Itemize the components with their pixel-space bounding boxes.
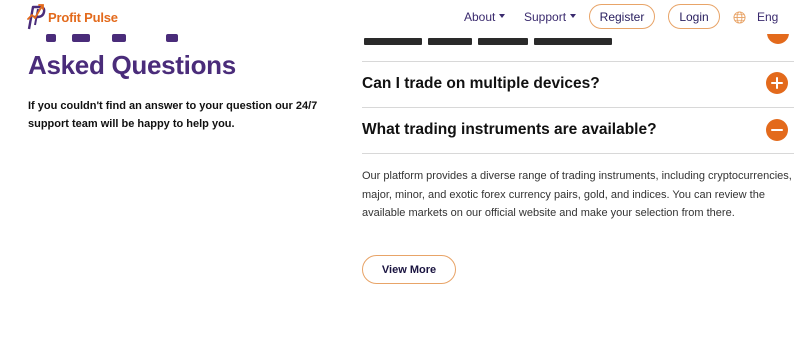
- caret-down-icon: [499, 14, 506, 18]
- register-button[interactable]: Register: [589, 4, 655, 29]
- faq-divider: [362, 107, 794, 108]
- brand-name: Profit Pulse: [48, 9, 118, 25]
- login-button[interactable]: Login: [668, 4, 720, 29]
- plus-icon[interactable]: [766, 72, 788, 94]
- nav-support[interactable]: Support: [524, 0, 577, 34]
- brand-logo[interactable]: Profit Pulse: [26, 2, 118, 32]
- faq-answer-trading-instruments: Our platform provides a diverse range of…: [362, 170, 792, 219]
- globe-icon: [733, 10, 746, 24]
- faq-divider: [362, 61, 794, 62]
- section-title: Asked Questions: [28, 50, 236, 80]
- nav-about[interactable]: About: [464, 0, 506, 34]
- section-description: If you couldn't find an answer to your q…: [28, 100, 318, 130]
- nav-about-label: About: [464, 10, 496, 24]
- minus-icon[interactable]: [766, 119, 788, 141]
- faq-divider: [362, 153, 794, 154]
- faq-question-multiple-devices[interactable]: Can I trade on multiple devices?: [362, 75, 600, 93]
- faq-question-trading-instruments[interactable]: What trading instruments are available?: [362, 121, 657, 139]
- faq-question-cut-off: [362, 33, 622, 45]
- language-label: Eng: [757, 10, 779, 24]
- language-selector[interactable]: Eng: [733, 0, 778, 34]
- profit-pulse-logo-icon: [27, 4, 46, 30]
- caret-down-icon: [570, 14, 577, 18]
- site-header: Profit Pulse About Support Register Logi…: [0, 0, 800, 34]
- view-more-button[interactable]: View More: [362, 255, 456, 284]
- nav-support-label: Support: [524, 10, 567, 24]
